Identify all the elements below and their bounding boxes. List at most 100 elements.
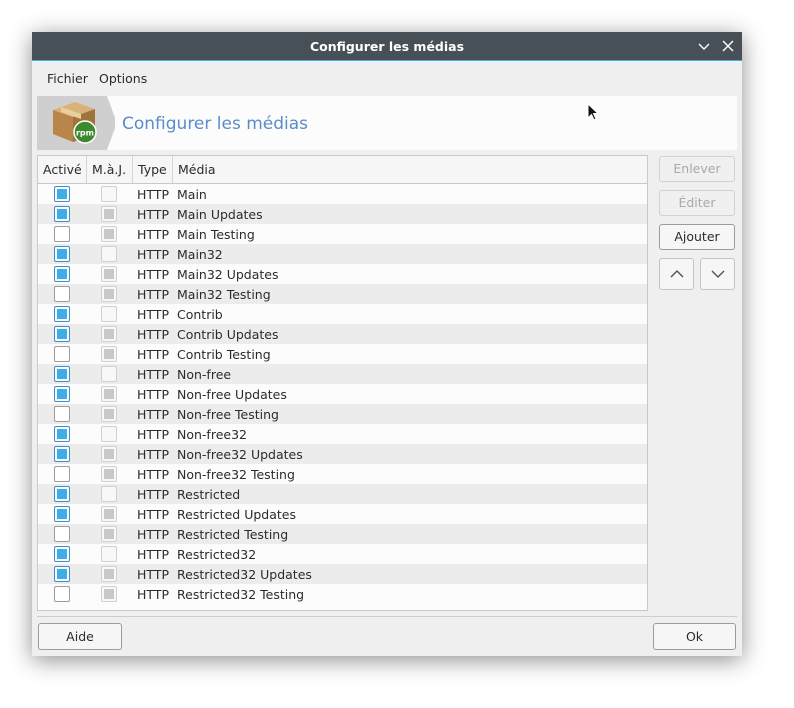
media-name: Restricted Updates bbox=[177, 507, 296, 522]
update-checkbox[interactable] bbox=[101, 426, 117, 442]
table-row[interactable]: HTTP Contrib bbox=[38, 304, 647, 324]
table-row[interactable]: HTTP Restricted32 Updates bbox=[38, 564, 647, 584]
update-checkbox[interactable] bbox=[101, 226, 117, 242]
update-checkbox[interactable] bbox=[101, 286, 117, 302]
table-row[interactable]: HTTP Main32 bbox=[38, 244, 647, 264]
media-type: HTTP bbox=[137, 247, 169, 262]
media-type: HTTP bbox=[137, 507, 169, 522]
active-checkbox[interactable] bbox=[54, 326, 70, 342]
update-checkbox[interactable] bbox=[101, 386, 117, 402]
table-row[interactable]: HTTP Main Testing bbox=[38, 224, 647, 244]
update-checkbox[interactable] bbox=[101, 186, 117, 202]
update-checkbox[interactable] bbox=[101, 466, 117, 482]
media-type: HTTP bbox=[137, 587, 169, 602]
active-checkbox[interactable] bbox=[54, 426, 70, 442]
table-row[interactable]: HTTP Main32 Updates bbox=[38, 264, 647, 284]
active-checkbox[interactable] bbox=[54, 346, 70, 362]
help-button[interactable]: Aide bbox=[38, 623, 122, 650]
close-icon[interactable] bbox=[720, 38, 736, 54]
column-header-update[interactable]: M.à.J. bbox=[87, 156, 133, 183]
table-row[interactable]: HTTP Non-free Testing bbox=[38, 404, 647, 424]
active-checkbox[interactable] bbox=[54, 186, 70, 202]
update-checkbox[interactable] bbox=[101, 346, 117, 362]
svg-text:rpm: rpm bbox=[76, 129, 94, 138]
remove-button[interactable]: Enlever bbox=[659, 156, 735, 182]
table-row[interactable]: HTTP Restricted Testing bbox=[38, 524, 647, 544]
column-header-type[interactable]: Type bbox=[133, 156, 173, 183]
active-checkbox[interactable] bbox=[54, 266, 70, 282]
active-checkbox[interactable] bbox=[54, 366, 70, 382]
active-checkbox[interactable] bbox=[54, 566, 70, 582]
update-checkbox[interactable] bbox=[101, 366, 117, 382]
menu-options[interactable]: Options bbox=[99, 71, 147, 86]
active-checkbox[interactable] bbox=[54, 306, 70, 322]
table-row[interactable]: HTTP Non-free32 bbox=[38, 424, 647, 444]
update-checkbox[interactable] bbox=[101, 566, 117, 582]
table-row[interactable]: HTTP Restricted32 bbox=[38, 544, 647, 564]
update-checkbox[interactable] bbox=[101, 406, 117, 422]
ok-button[interactable]: Ok bbox=[653, 623, 736, 650]
footer-divider bbox=[37, 616, 737, 617]
update-checkbox[interactable] bbox=[101, 586, 117, 602]
table-row[interactable]: HTTP Non-free32 Updates bbox=[38, 444, 647, 464]
update-checkbox[interactable] bbox=[101, 206, 117, 222]
table-row[interactable]: HTTP Main Updates bbox=[38, 204, 647, 224]
column-header-active[interactable]: Activé bbox=[38, 156, 87, 183]
update-checkbox[interactable] bbox=[101, 326, 117, 342]
update-checkbox[interactable] bbox=[101, 486, 117, 502]
edit-button[interactable]: Éditer bbox=[659, 190, 735, 216]
active-checkbox[interactable] bbox=[54, 286, 70, 302]
table-header: Activé M.à.J. Type Média bbox=[38, 156, 647, 184]
update-checkbox[interactable] bbox=[101, 546, 117, 562]
table-row[interactable]: HTTP Contrib Updates bbox=[38, 324, 647, 344]
add-button[interactable]: Ajouter bbox=[659, 224, 735, 250]
update-checkbox[interactable] bbox=[101, 446, 117, 462]
column-header-media[interactable]: Média bbox=[173, 156, 647, 183]
update-checkbox[interactable] bbox=[101, 506, 117, 522]
move-down-button[interactable] bbox=[700, 258, 735, 290]
media-type: HTTP bbox=[137, 387, 169, 402]
move-up-button[interactable] bbox=[659, 258, 694, 290]
active-checkbox[interactable] bbox=[54, 546, 70, 562]
table-row[interactable]: HTTP Main32 Testing bbox=[38, 284, 647, 304]
update-checkbox[interactable] bbox=[101, 246, 117, 262]
media-name: Main32 bbox=[177, 247, 223, 262]
active-checkbox[interactable] bbox=[54, 206, 70, 222]
media-name: Contrib Updates bbox=[177, 327, 279, 342]
media-name: Non-free32 Updates bbox=[177, 447, 303, 462]
table-row[interactable]: HTTP Restricted32 Testing bbox=[38, 584, 647, 604]
active-checkbox[interactable] bbox=[54, 446, 70, 462]
update-checkbox[interactable] bbox=[101, 266, 117, 282]
media-name: Main Updates bbox=[177, 207, 263, 222]
active-checkbox[interactable] bbox=[54, 526, 70, 542]
active-checkbox[interactable] bbox=[54, 506, 70, 522]
table-row[interactable]: HTTP Contrib Testing bbox=[38, 344, 647, 364]
media-type: HTTP bbox=[137, 427, 169, 442]
media-name: Non-free32 bbox=[177, 427, 247, 442]
media-name: Restricted bbox=[177, 487, 241, 502]
active-checkbox[interactable] bbox=[54, 246, 70, 262]
table-row[interactable]: HTTP Non-free Updates bbox=[38, 384, 647, 404]
title-bar[interactable]: Configurer les médias bbox=[32, 32, 742, 61]
active-checkbox[interactable] bbox=[54, 486, 70, 502]
media-type: HTTP bbox=[137, 207, 169, 222]
active-checkbox[interactable] bbox=[54, 226, 70, 242]
window-title: Configurer les médias bbox=[309, 39, 465, 54]
active-checkbox[interactable] bbox=[54, 466, 70, 482]
table-row[interactable]: HTTP Non-free bbox=[38, 364, 647, 384]
active-checkbox[interactable] bbox=[54, 406, 70, 422]
table-row[interactable]: HTTP Main bbox=[38, 184, 647, 204]
media-name: Main Testing bbox=[177, 227, 255, 242]
minimize-chevron-icon[interactable] bbox=[696, 38, 712, 54]
table-row[interactable]: HTTP Non-free32 Testing bbox=[38, 464, 647, 484]
media-type: HTTP bbox=[137, 567, 169, 582]
update-checkbox[interactable] bbox=[101, 306, 117, 322]
active-checkbox[interactable] bbox=[54, 386, 70, 402]
menu-fichier[interactable]: Fichier bbox=[47, 71, 88, 86]
update-checkbox[interactable] bbox=[101, 526, 117, 542]
active-checkbox[interactable] bbox=[54, 586, 70, 602]
table-row[interactable]: HTTP Restricted bbox=[38, 484, 647, 504]
table-row[interactable]: HTTP Restricted Updates bbox=[38, 504, 647, 524]
media-type: HTTP bbox=[137, 467, 169, 482]
media-name: Main32 Testing bbox=[177, 287, 271, 302]
